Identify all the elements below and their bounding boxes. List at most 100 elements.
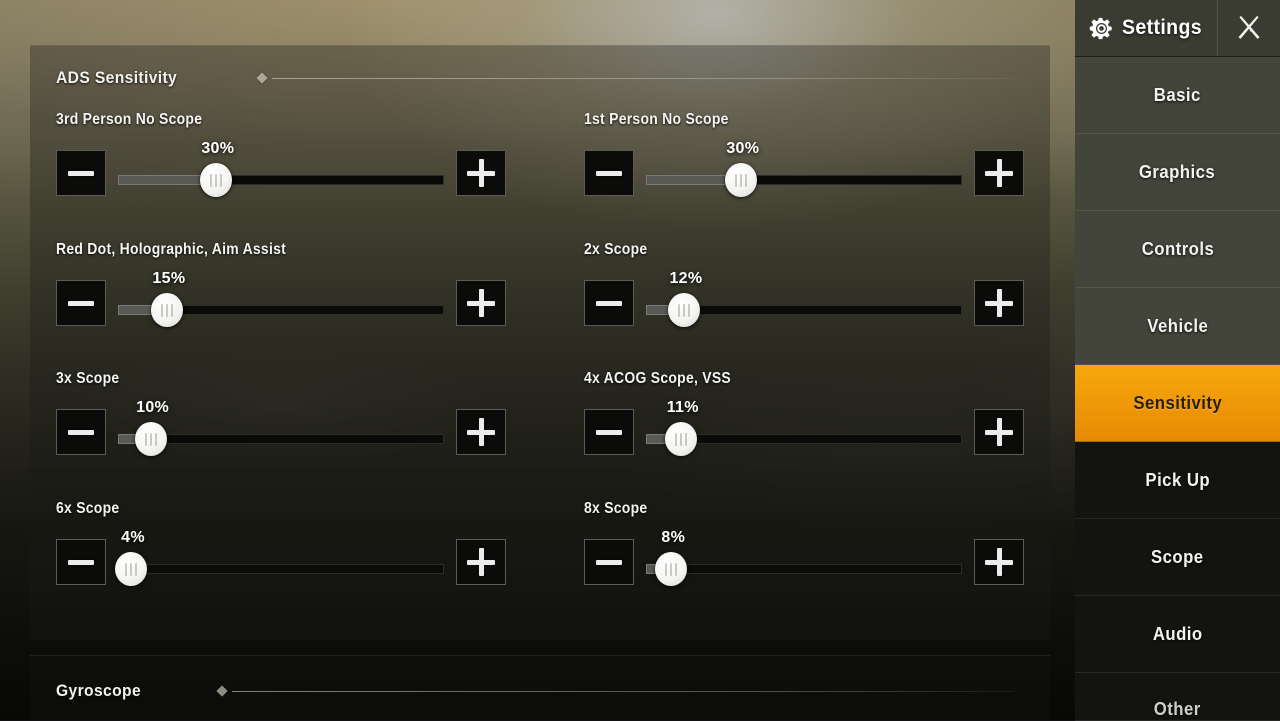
slider-value: 12% [669,270,702,288]
sensitivity-slider[interactable]: 4% [118,531,444,587]
settings-sidebar: Settings Basic Graphics Controls Vehicle Sen… [1075,0,1280,720]
close-button[interactable] [1218,0,1280,56]
plus-icon [985,159,1013,187]
slider-thumb[interactable] [665,422,697,456]
sensitivity-slider[interactable]: 11% [646,401,962,457]
increase-button[interactable] [974,150,1024,196]
sensitivity-label: 2x Scope [584,241,980,259]
sensitivity-row: 4x ACOG Scope, VSS 11% [584,370,1024,457]
slider-track[interactable] [646,564,962,574]
sidebar-item-controls[interactable]: Controls [1075,211,1280,288]
increase-button[interactable] [456,539,506,585]
slider-track[interactable] [118,564,444,574]
sidebar-item-label: Vehicle [1147,316,1208,337]
sidebar-item-label: Basic [1154,85,1201,106]
grip-line-icon [171,304,173,317]
sensitivity-row: 3x Scope 10% [56,370,506,457]
grip-line-icon [688,304,690,317]
decrease-button[interactable] [56,150,106,196]
slider-thumb[interactable] [135,422,167,456]
slider-value: 30% [726,140,759,158]
grip-line-icon [678,304,680,317]
sensitivity-slider[interactable]: 15% [118,272,444,328]
gyroscope-panel: Gyroscope [30,655,1050,720]
section-divider-rule [272,78,1014,79]
section-divider-rule [232,691,1014,692]
slider-value: 4% [121,529,145,547]
ads-sensitivity-panel: ADS Sensitivity 3rd Person No Scope30%1s… [30,45,1050,640]
slider-value: 10% [136,399,169,417]
increase-button[interactable] [974,539,1024,585]
sidebar-item-label: Graphics [1139,162,1215,183]
sidebar-item-graphics[interactable]: Graphics [1075,134,1280,211]
slider-thumb[interactable] [200,163,232,197]
grip-line-icon [130,563,132,576]
grip-line-icon [680,433,682,446]
sensitivity-slider[interactable]: 30% [646,142,962,198]
sidebar-item-audio[interactable]: Audio [1075,596,1280,673]
grip-line-icon [166,304,168,317]
section-title-gyroscope: Gyroscope [56,681,141,701]
sidebar-item-label: Sensitivity [1133,393,1222,414]
sidebar-item-scope[interactable]: Scope [1075,519,1280,596]
grip-line-icon [670,563,672,576]
sensitivity-control: 12% [584,272,1024,328]
sensitivity-slider[interactable]: 10% [118,401,444,457]
settings-title: Settings [1122,16,1202,40]
increase-button[interactable] [974,409,1024,455]
sensitivity-slider[interactable]: 8% [646,531,962,587]
sensitivity-label: 3x Scope [56,370,461,388]
minus-icon [596,301,622,306]
sidebar-item-other[interactable]: Other [1075,673,1280,721]
sidebar-item-label: Audio [1153,624,1203,645]
plus-icon [985,418,1013,446]
slider-value: 11% [667,399,699,417]
grip-line-icon [745,174,747,187]
sidebar-item-basic[interactable]: Basic [1075,57,1280,134]
decrease-button[interactable] [584,409,634,455]
slider-thumb[interactable] [668,293,700,327]
slider-thumb[interactable] [151,293,183,327]
sensitivity-label: 4x ACOG Scope, VSS [584,370,980,388]
decrease-button[interactable] [56,280,106,326]
increase-button[interactable] [456,150,506,196]
section-header-gyroscope: Gyroscope [56,681,1024,701]
sidebar-item-label: Pick Up [1145,470,1210,491]
sensitivity-row: 1st Person No Scope 30% [584,111,1024,198]
decrease-button[interactable] [584,280,634,326]
increase-button[interactable] [974,280,1024,326]
sensitivity-label: 1st Person No Scope [584,111,980,129]
sensitivity-control: 4% [56,531,506,587]
plus-icon [467,418,495,446]
diamond-marker-icon [256,72,267,83]
slider-thumb[interactable] [655,552,687,586]
grip-line-icon [675,563,677,576]
decrease-button[interactable] [584,539,634,585]
decrease-button[interactable] [56,409,106,455]
slider-track[interactable] [118,434,444,444]
minus-icon [596,171,622,176]
decrease-button[interactable] [56,539,106,585]
sidebar-item-pick-up[interactable]: Pick Up [1075,442,1280,519]
grip-line-icon [161,304,163,317]
grip-line-icon [685,433,687,446]
slider-thumb[interactable] [115,552,147,586]
grip-line-icon [125,563,127,576]
sensitivity-row: 3rd Person No Scope30% [56,111,506,198]
sidebar-item-vehicle[interactable]: Vehicle [1075,288,1280,365]
slider-thumb[interactable] [725,163,757,197]
minus-icon [68,171,94,176]
increase-button[interactable] [456,409,506,455]
slider-value: 30% [201,140,234,158]
sensitivity-control: 10% [56,401,506,457]
decrease-button[interactable] [584,150,634,196]
sidebar-item-label: Controls [1141,239,1214,260]
sensitivity-label: Red Dot, Holographic, Aim Assist [56,241,461,259]
settings-title-group: Settings [1075,0,1218,56]
grip-line-icon [135,563,137,576]
sensitivity-row: Red Dot, Holographic, Aim Assist 15% [56,241,506,328]
sidebar-item-sensitivity[interactable]: Sensitivity [1075,365,1280,442]
sensitivity-slider[interactable]: 12% [646,272,962,328]
sensitivity-slider[interactable]: 30% [118,142,444,198]
increase-button[interactable] [456,280,506,326]
